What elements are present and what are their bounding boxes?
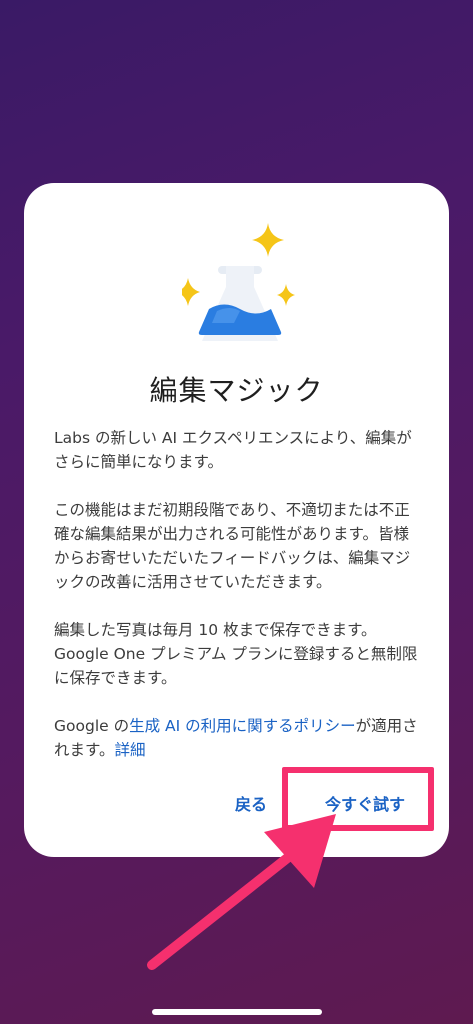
sparkle-large-icon (252, 223, 284, 257)
dialog-body: Labs の新しい AI エクスペリエンスにより、編集がさらに簡単になります。 … (54, 426, 423, 786)
policy-link[interactable]: 生成 AI の利用に関するポリシー (129, 717, 356, 735)
home-indicator (152, 1009, 322, 1015)
sparkle-left-icon (182, 278, 200, 306)
policy-prefix: Google の (54, 717, 130, 735)
disclaimer-paragraph: この機能はまだ初期段階であり、不適切または不正確な編集結果が出力される可能性があ… (54, 501, 411, 591)
magic-editor-dialog: 編集マジック Labs の新しい AI エクスペリエンスにより、編集がさらに簡単… (24, 183, 449, 857)
save-limit-paragraph: 編集した写真は毎月 10 枚まで保存できます。Google One プレミアム … (54, 621, 418, 687)
intro-paragraph: Labs の新しい AI エクスペリエンスにより、編集がさらに簡単になります。 (54, 429, 412, 471)
policy-paragraph: Google の生成 AI の利用に関するポリシーが適用されます。詳細 (54, 714, 423, 762)
pointer-arrow-icon (147, 814, 336, 970)
details-link[interactable]: 詳細 (114, 741, 145, 759)
lab-flask-sparkles-icon (182, 223, 295, 341)
dialog-title: 編集マジック (149, 374, 324, 407)
sparkle-right-icon (277, 284, 295, 306)
flask-liquid-icon (198, 304, 282, 335)
screen: 編集マジック Labs の新しい AI エクスペリエンスにより、編集がさらに簡単… (0, 0, 473, 1024)
